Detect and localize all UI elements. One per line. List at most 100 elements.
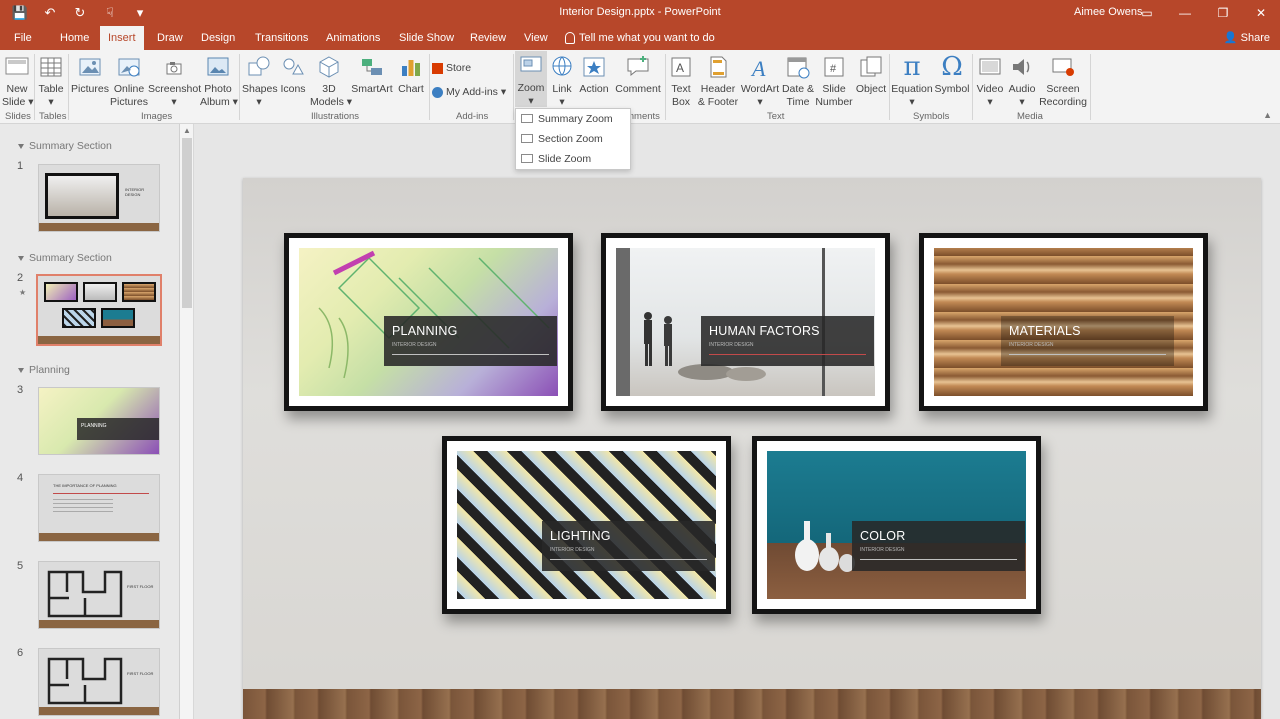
zoom-frame-human-factors[interactable]: HUMAN FACTORS INTERIOR DESIGN [601, 233, 890, 411]
zoom-frame-materials[interactable]: MATERIALS INTERIOR DESIGN [919, 233, 1208, 411]
online-pictures-button[interactable]: Online Pictures [110, 52, 148, 109]
object-label: Object [855, 83, 887, 95]
menu-item-section-zoom[interactable]: Section Zoom [516, 129, 630, 149]
slide-thumbnail-1[interactable]: INTERIOR DESIGN [38, 164, 160, 232]
restore-icon[interactable]: ❐ [1212, 3, 1234, 23]
collapse-ribbon-icon[interactable]: ▲ [1263, 110, 1272, 120]
thumbnail-scrollbar[interactable]: ▲ [180, 124, 194, 719]
slide-number: 6 [17, 647, 24, 659]
close-icon[interactable]: ✕ [1250, 3, 1272, 23]
table-button[interactable]: Table ▾ [36, 52, 66, 109]
share-button[interactable]: 👤 Share [1224, 26, 1270, 50]
scrollbar-thumb[interactable] [182, 138, 192, 308]
tab-insert[interactable]: Insert [100, 26, 144, 50]
tell-me-box[interactable]: Tell me what you want to do [565, 26, 715, 50]
slide-number: 4 [17, 472, 24, 484]
link-button[interactable]: Link ▾ [548, 52, 576, 109]
zoom-frame-planning[interactable]: PLANNING INTERIOR DESIGN [284, 233, 573, 411]
slide-number-button[interactable]: # Slide Number [815, 52, 853, 109]
group-label-symbols: Symbols [913, 111, 950, 122]
action-button[interactable]: Action [577, 52, 611, 96]
addins-icon [432, 86, 443, 98]
ribbon-display-icon[interactable]: ▭ [1136, 3, 1158, 23]
pictures-button[interactable]: Pictures [71, 52, 109, 96]
lighting-label-box: LIGHTING INTERIOR DESIGN [542, 521, 715, 571]
screenshot-button[interactable]: Screenshot ▾ [148, 52, 201, 109]
scroll-up-icon[interactable]: ▲ [183, 126, 191, 135]
thumb-floor [39, 533, 159, 541]
header-footer-button[interactable]: Header & Footer [696, 52, 740, 109]
photo-album-button[interactable]: Photo Album ▾ [200, 52, 238, 109]
tab-view[interactable]: View [516, 26, 556, 50]
section-header[interactable]: Summary Section [18, 140, 112, 152]
tab-draw[interactable]: Draw [149, 26, 191, 50]
store-button[interactable]: Store [432, 62, 482, 75]
collapse-triangle-icon[interactable] [18, 367, 24, 373]
svg-text:A: A [676, 61, 684, 75]
chart-button[interactable]: Chart [395, 52, 427, 96]
video-button[interactable]: Video ▾ [974, 52, 1006, 109]
window-controls: ▭ — ❐ ✕ [1136, 3, 1272, 23]
human-factors-label-box: HUMAN FACTORS INTERIOR DESIGN [701, 316, 874, 366]
section-header[interactable]: Planning [18, 364, 70, 376]
my-addins-label: My Add-ins [446, 86, 498, 98]
slide-thumbnail-5[interactable]: FIRST FLOOR [38, 561, 160, 629]
lightbulb-icon [565, 32, 575, 45]
slide-thumbnail-6[interactable]: FIRST FLOOR [38, 648, 160, 716]
zoom-frame-color[interactable]: COLOR INTERIOR DESIGN [752, 436, 1041, 614]
slide-thumbnail-3[interactable]: PLANNING [38, 387, 160, 455]
title-rule [392, 354, 549, 355]
collapse-triangle-icon[interactable] [18, 255, 24, 261]
collapse-triangle-icon[interactable] [18, 143, 24, 149]
tab-design[interactable]: Design [193, 26, 243, 50]
group-separator [889, 54, 890, 120]
action-star-icon [583, 57, 605, 77]
smartart-button[interactable]: SmartArt [350, 52, 394, 96]
smartart-label: SmartArt [351, 83, 393, 95]
new-slide-button[interactable]: New Slide ▾ [2, 52, 34, 109]
user-name[interactable]: Aimee Owens [1074, 6, 1142, 18]
shapes-icon [248, 56, 270, 76]
equation-button[interactable]: π Equation ▾ [891, 52, 933, 109]
tab-transitions[interactable]: Transitions [247, 26, 316, 50]
share-label: Share [1240, 32, 1270, 44]
online-pictures-label: Online Pictures [110, 83, 148, 108]
object-button[interactable]: Object [854, 52, 888, 96]
minimize-icon[interactable]: — [1174, 3, 1196, 23]
text-box-button[interactable]: A Text Box [667, 52, 695, 109]
wordart-label: WordArt ▾ [740, 83, 780, 108]
screen-recording-button[interactable]: Screen Recording [1038, 52, 1088, 109]
table-label: Table ▾ [38, 83, 64, 108]
menu-item-summary-zoom[interactable]: Summary Zoom [516, 109, 630, 129]
pictures-icon [79, 58, 101, 76]
tab-file[interactable]: File [6, 26, 40, 50]
shapes-button[interactable]: Shapes ▾ [242, 52, 278, 109]
3d-models-label: 3D Models ▾ [310, 83, 353, 108]
tab-home[interactable]: Home [52, 26, 97, 50]
my-addins-button[interactable]: My Add-ins ▾ [432, 86, 512, 99]
icons-button[interactable]: Icons [277, 52, 309, 96]
table-icon [40, 57, 62, 77]
tab-slide-show[interactable]: Slide Show [391, 26, 462, 50]
speaker-icon [1013, 59, 1030, 75]
wordart-button[interactable]: A WordArt ▾ [740, 52, 780, 109]
date-time-button[interactable]: Date & Time [781, 52, 815, 109]
menu-item-slide-zoom[interactable]: Slide Zoom [516, 149, 630, 169]
slide-thumbnail-4[interactable]: THE IMPORTANCE OF PLANNING [38, 474, 160, 542]
menu-item-label: Slide Zoom [538, 153, 592, 165]
slide-thumbnail-2[interactable] [36, 274, 162, 346]
audio-button[interactable]: Audio ▾ [1006, 52, 1038, 109]
section-header[interactable]: Summary Section [18, 252, 112, 264]
comment-button[interactable]: Comment [612, 52, 664, 96]
current-slide[interactable]: PLANNING INTERIOR DESIGN HUMAN FACTORS I… [243, 178, 1261, 719]
3d-models-button[interactable]: 3D Models ▾ [310, 52, 352, 109]
3d-cube-icon [319, 56, 339, 78]
zoom-button[interactable]: Zoom ▾ [515, 51, 547, 107]
zoom-frame-lighting[interactable]: LIGHTING INTERIOR DESIGN [442, 436, 731, 614]
thumb-bullets [53, 499, 113, 513]
tab-review[interactable]: Review [462, 26, 514, 50]
zoom-dropdown-menu: Summary Zoom Section Zoom Slide Zoom [515, 108, 631, 170]
group-label-slides: Slides [5, 111, 31, 122]
tab-animations[interactable]: Animations [318, 26, 388, 50]
symbol-button[interactable]: Ω Symbol [933, 52, 971, 96]
